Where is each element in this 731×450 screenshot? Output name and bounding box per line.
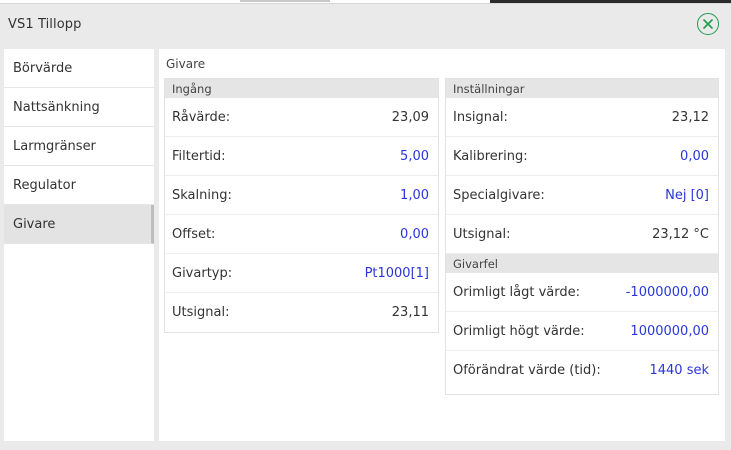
panel-header-installningar: Inställningar [446, 79, 718, 98]
row-insignal: Insignal: 23,12 [446, 98, 718, 137]
row-label: Offset: [172, 226, 216, 242]
section-title: Givare [166, 57, 206, 71]
close-button[interactable] [697, 13, 719, 35]
row-label: Orimligt lågt värde: [453, 284, 581, 300]
row-label: Insignal: [453, 109, 508, 125]
row-label: Orimligt högt värde: [453, 323, 585, 339]
row-value: 23,09 [391, 109, 429, 125]
sidebar-item-nattsankning[interactable]: Nattsänkning [4, 88, 154, 127]
row-specialgivare: Specialgivare: Nej [0] [446, 176, 718, 215]
row-orimligt-lagt: Orimligt lågt värde: -1000000,00 [446, 273, 718, 312]
row-label: Skalning: [172, 187, 232, 203]
row-label: Kalibrering: [453, 148, 528, 164]
sidebar-item-regulator[interactable]: Regulator [4, 166, 154, 205]
panel-installningar: Inställningar Insignal: 23,12 Kalibrerin… [445, 78, 719, 395]
row-offset: Offset: 0,00 [165, 215, 438, 254]
filtertid-value-link[interactable]: 5,00 [400, 149, 429, 164]
sidebar-item-givare[interactable]: Givare [4, 205, 154, 244]
row-value: 23,12 °C [652, 226, 709, 242]
dialog-title: VS1 Tillopp [8, 16, 82, 32]
row-kalibrering: Kalibrering: 0,00 [446, 137, 718, 176]
row-label: Oförändrat värde (tid): [453, 363, 601, 378]
main-content: Givare Ingång Råvärde: 23,09 Filtertid: … [159, 49, 725, 441]
row-label: Filtertid: [172, 148, 226, 164]
kalibrering-value-link[interactable]: 0,00 [680, 149, 709, 164]
background-blur [240, 0, 330, 2]
sidebar-item-larmgranser[interactable]: Larmgränser [4, 127, 154, 166]
panel-header-givarfel: Givarfel [446, 254, 718, 273]
row-label: Utsignal: [172, 305, 230, 320]
row-orimligt-hogt: Orimligt högt värde: 1000000,00 [446, 312, 718, 351]
row-utsignal: Utsignal: 23,11 [165, 293, 438, 332]
row-label: Givartyp: [172, 265, 233, 281]
givartyp-value-link[interactable]: Pt1000[1] [365, 266, 429, 281]
panel-header-ingang: Ingång [165, 79, 438, 98]
row-value: 23,12 [671, 109, 709, 125]
panel-ingang: Ingång Råvärde: 23,09 Filtertid: 5,00 Sk… [164, 78, 439, 333]
sidebar-item-label: Givare [13, 216, 56, 232]
row-label: Råvärde: [172, 109, 231, 125]
sidebar-item-borvarde[interactable]: Börvärde [4, 49, 154, 88]
sidebar-item-label: Börvärde [13, 60, 73, 76]
sidebar-item-label: Regulator [13, 177, 76, 193]
oforandrat-value-link[interactable]: 1440 sek [649, 363, 709, 378]
sidebar-item-label: Larmgränser [13, 138, 96, 154]
row-value: 23,11 [391, 305, 429, 320]
skalning-value-link[interactable]: 1,00 [400, 188, 429, 203]
sidebar-item-label: Nattsänkning [13, 99, 100, 115]
orimligt-hogt-value-link[interactable]: 1000000,00 [630, 324, 709, 339]
row-filtertid: Filtertid: 5,00 [165, 137, 438, 176]
row-ravarde: Råvärde: 23,09 [165, 98, 438, 137]
orimligt-lagt-value-link[interactable]: -1000000,00 [626, 285, 709, 300]
row-givartyp: Givartyp: Pt1000[1] [165, 254, 438, 293]
row-oforandrat: Oförändrat värde (tid): 1440 sek [446, 351, 718, 390]
row-label: Specialgivare: [453, 187, 545, 203]
offset-value-link[interactable]: 0,00 [400, 227, 429, 242]
row-skalning: Skalning: 1,00 [165, 176, 438, 215]
specialgivare-value-link[interactable]: Nej [0] [665, 188, 709, 203]
dialog-titlebar: VS1 Tillopp [0, 4, 731, 44]
close-icon [703, 19, 713, 29]
dialog-window: VS1 Tillopp Börvärde Nattsänkning Larmgr… [0, 3, 731, 450]
sidebar-menu: Börvärde Nattsänkning Larmgränser Regula… [4, 49, 154, 441]
row-label: Utsignal: [453, 226, 511, 242]
row-utsignal-celsius: Utsignal: 23,12 °C [446, 215, 718, 254]
